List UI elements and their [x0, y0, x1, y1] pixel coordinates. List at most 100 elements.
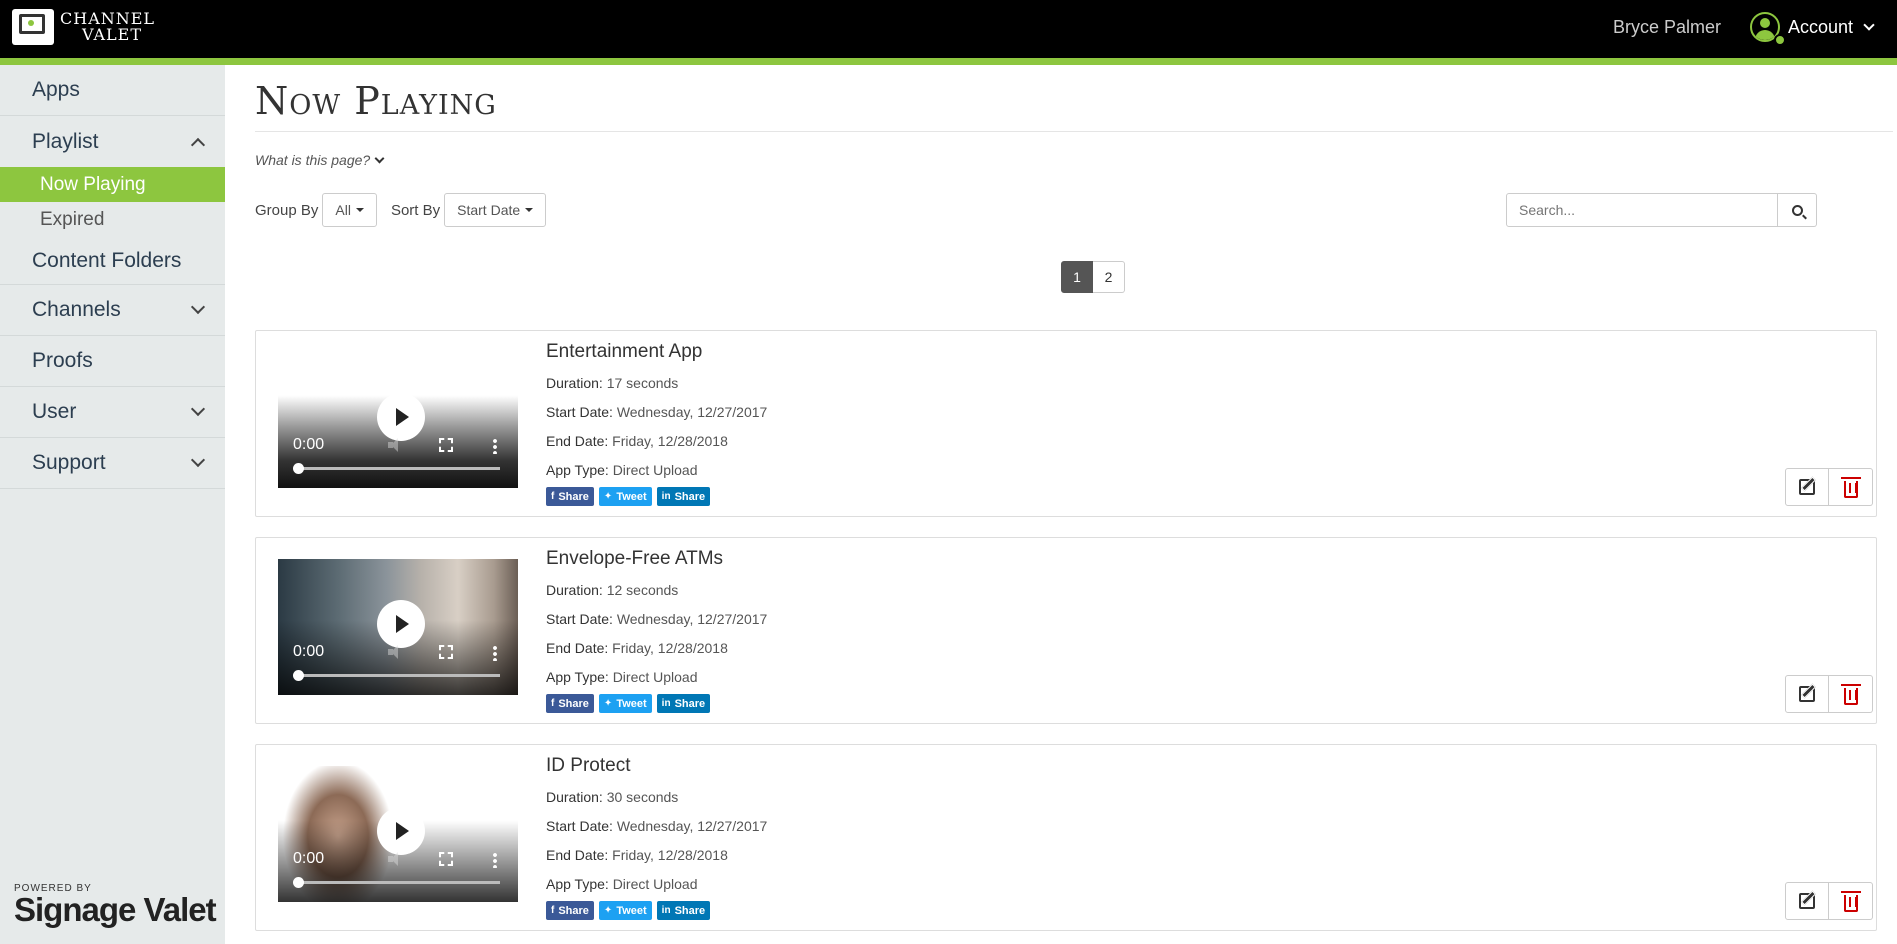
start-date-value: Wednesday, 12/27/2017	[616, 404, 768, 420]
card-actions	[1785, 675, 1873, 713]
start-date-label: Start Date:	[546, 611, 613, 627]
edit-button[interactable]	[1785, 468, 1829, 506]
sidebar-item-content-folders[interactable]: Content Folders	[0, 237, 225, 285]
app-title: ID Protect	[546, 755, 631, 776]
facebook-icon: f	[551, 905, 555, 916]
facebook-share-button[interactable]: f Share	[546, 901, 594, 920]
more-options-icon[interactable]	[493, 645, 497, 661]
twitter-icon: ✦	[603, 698, 613, 709]
sidebar-item-expired[interactable]: Expired	[0, 202, 225, 237]
facebook-share-button[interactable]: f Share	[546, 694, 594, 713]
more-options-icon[interactable]	[493, 438, 497, 454]
duration-label: Duration:	[546, 582, 603, 598]
filter-bar: Group By All Sort By Start Date	[255, 193, 560, 227]
linkedin-share-button[interactable]: in Share	[656, 901, 711, 920]
app-card: 0:00 Envelope-Free ATMs Duration: 12 sec…	[255, 537, 1877, 724]
play-icon[interactable]	[377, 600, 425, 648]
video-progress-bar[interactable]	[293, 670, 500, 681]
duration-label: Duration:	[546, 375, 603, 391]
page-title: Now Playing	[255, 79, 1893, 132]
page-button-1[interactable]: 1	[1061, 261, 1093, 293]
twitter-tweet-button[interactable]: ✦ Tweet	[598, 694, 652, 713]
fullscreen-icon[interactable]	[439, 852, 453, 866]
fullscreen-icon[interactable]	[439, 645, 453, 659]
video-player[interactable]: 0:00	[278, 352, 518, 488]
mute-icon[interactable]	[388, 645, 402, 659]
accent-stripe	[0, 58, 1897, 65]
sidebar-item-label: Proofs	[32, 349, 93, 372]
share-buttons: f Share ✦ Tweet in Share	[546, 694, 767, 713]
search-button[interactable]	[1778, 193, 1817, 227]
delete-button[interactable]	[1829, 468, 1873, 506]
sort-by-label: Sort By	[390, 201, 441, 219]
chevron-down-icon	[1863, 19, 1875, 31]
sidebar-item-label: Now Playing	[40, 173, 146, 195]
sidebar-item-label: Expired	[40, 208, 105, 230]
sort-by-dropdown[interactable]: Start Date	[444, 193, 547, 227]
chevron-down-icon	[190, 452, 206, 468]
mute-icon[interactable]	[388, 438, 402, 452]
app-type-value: Direct Upload	[612, 669, 698, 685]
mute-icon[interactable]	[388, 852, 402, 866]
user-name: Bryce Palmer	[1612, 17, 1721, 37]
app-info: Entertainment App Duration: 17 seconds S…	[546, 341, 767, 506]
facebook-icon: f	[551, 491, 555, 502]
edit-button[interactable]	[1785, 675, 1829, 713]
account-menu[interactable]: Account	[1749, 12, 1875, 46]
logo-line2: VALET	[82, 25, 142, 44]
search-icon	[1791, 204, 1803, 216]
sidebar-item-proofs[interactable]: Proofs	[0, 336, 225, 387]
duration-label: Duration:	[546, 789, 603, 805]
app-card: 0:00 ID Protect Duration: 30 seconds Sta…	[255, 744, 1877, 931]
delete-button[interactable]	[1829, 882, 1873, 920]
video-player[interactable]: 0:00	[278, 766, 518, 902]
video-player[interactable]: 0:00	[278, 559, 518, 695]
end-date-label: End Date:	[546, 640, 609, 656]
facebook-icon: f	[551, 698, 555, 709]
sidebar-item-playlist[interactable]: Playlist	[0, 116, 225, 167]
group-by-value: All	[335, 202, 351, 218]
more-options-icon[interactable]	[493, 852, 497, 868]
sidebar-item-apps[interactable]: Apps	[0, 65, 225, 116]
twitter-tweet-button[interactable]: ✦ Tweet	[598, 487, 652, 506]
start-date-label: Start Date:	[546, 818, 613, 834]
end-date-label: End Date:	[546, 847, 609, 863]
app-title: Entertainment App	[546, 341, 703, 362]
chevron-down-icon	[190, 299, 206, 315]
start-date-label: Start Date:	[546, 404, 613, 420]
linkedin-icon: in	[661, 698, 671, 709]
card-actions	[1785, 468, 1873, 506]
linkedin-share-button[interactable]: in Share	[656, 487, 711, 506]
group-by-dropdown[interactable]: All	[322, 193, 377, 227]
linkedin-icon: in	[661, 491, 671, 502]
sidebar-item-support[interactable]: Support	[0, 438, 225, 489]
sidebar-item-channels[interactable]: Channels	[0, 285, 225, 336]
twitter-icon: ✦	[603, 905, 613, 916]
sidebar-item-label: Support	[32, 451, 106, 474]
twitter-tweet-button[interactable]: ✦ Tweet	[598, 901, 652, 920]
help-toggle[interactable]: What is this page?	[255, 152, 1897, 168]
video-time: 0:00	[293, 850, 325, 867]
end-date-value: Friday, 12/28/2018	[612, 433, 728, 449]
page-button-2[interactable]: 2	[1093, 261, 1125, 293]
twitter-icon: ✦	[603, 491, 613, 502]
facebook-share-button[interactable]: f Share	[546, 487, 594, 506]
search-input[interactable]	[1506, 193, 1778, 227]
trash-icon	[1840, 476, 1861, 498]
channel-valet-logo[interactable]: CHANNEL VALET	[12, 7, 155, 47]
edit-button[interactable]	[1785, 882, 1829, 920]
app-type-value: Direct Upload	[612, 462, 698, 478]
end-date-value: Friday, 12/28/2018	[612, 640, 728, 656]
trash-icon	[1840, 683, 1861, 705]
linkedin-share-button[interactable]: in Share	[656, 694, 711, 713]
video-progress-bar[interactable]	[293, 877, 500, 888]
app-type-label: App Type:	[546, 876, 609, 892]
sidebar-item-user[interactable]: User	[0, 387, 225, 438]
sidebar-item-label: Content Folders	[32, 248, 182, 272]
video-progress-bar[interactable]	[293, 463, 500, 474]
sidebar-item-now-playing[interactable]: Now Playing	[0, 167, 225, 202]
fullscreen-icon[interactable]	[439, 438, 453, 452]
delete-button[interactable]	[1829, 675, 1873, 713]
play-icon[interactable]	[377, 807, 425, 855]
play-icon[interactable]	[377, 393, 425, 441]
